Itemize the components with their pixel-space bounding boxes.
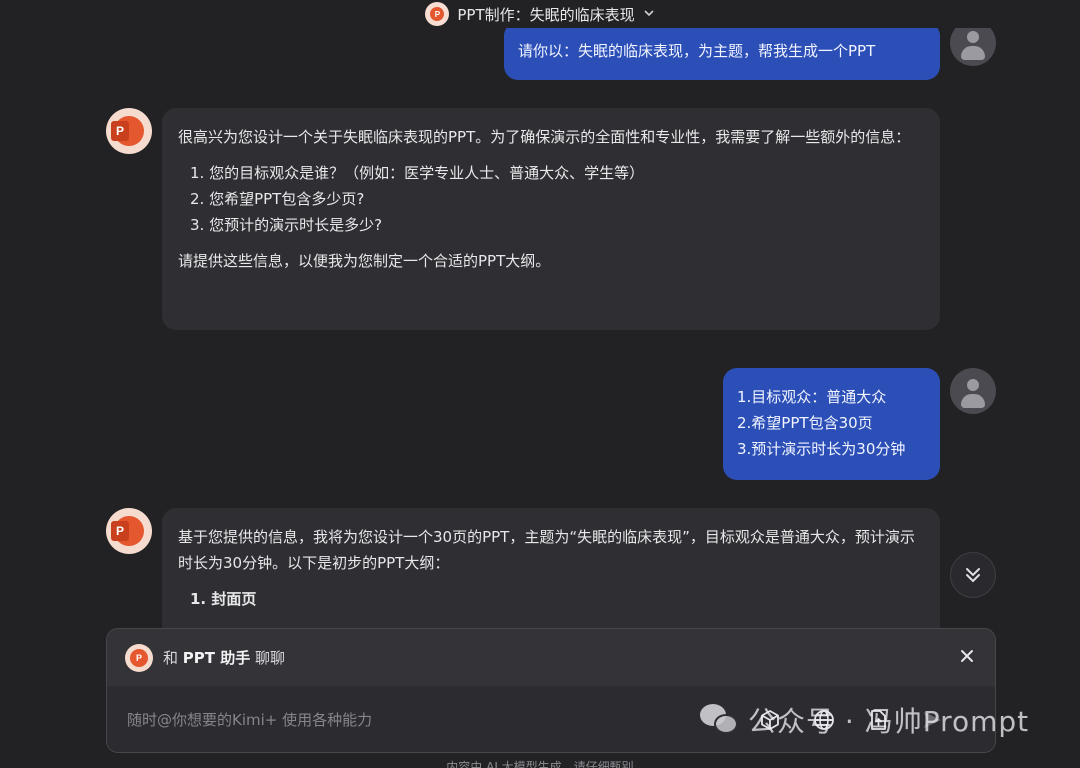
- ppt-assistant-logo-icon: P: [125, 643, 153, 672]
- composer-suffix: 聊聊: [255, 649, 286, 667]
- list-item: 3. 您预计的演示时长是多少?: [190, 216, 383, 234]
- user-message-2-line: 1.目标观众：普通大众: [737, 388, 887, 406]
- message-input[interactable]: [127, 711, 687, 729]
- assistant-message-2-list: 1. 封面页: [190, 586, 924, 612]
- conversation-title: PPT制作：失眠的临床表现: [457, 5, 635, 24]
- list-item: 2. 您希望PPT包含多少页?: [190, 190, 365, 208]
- assistant-message-1: 很高兴为您设计一个关于失眠临床表现的PPT。为了确保演示的全面性和专业性，我需要…: [162, 108, 940, 330]
- composer-assistant-header: P 和 PPT 助手 聊聊: [107, 629, 995, 686]
- assistant-message-1-outro: 请提供这些信息，以便我为您制定一个合适的PPT大纲。: [178, 252, 551, 270]
- wechat-icon: [700, 702, 740, 738]
- ppt-assistant-avatar: P: [106, 508, 152, 554]
- ai-disclaimer: 内容由 AI 大模型生成，请仔细甄别: [446, 760, 634, 768]
- assistant-message-2-intro: 基于您提供的信息，我将为您设计一个30页的PPT，主题为“失眠的临床表现”，目标…: [178, 528, 915, 572]
- list-item: 1. 封面页: [190, 590, 257, 608]
- double-chevron-down-icon: [966, 568, 980, 583]
- user-message-1-text: 请你以：失眠的临床表现，为主题，帮我生成一个PPT: [518, 42, 876, 60]
- composer-prefix: 和: [163, 649, 179, 667]
- scroll-to-bottom-button[interactable]: [950, 552, 996, 598]
- ppt-assistant-logo-icon: P: [425, 2, 450, 26]
- assistant-message-2: 基于您提供的信息，我将为您设计一个30页的PPT，主题为“失眠的临床表现”，目标…: [162, 508, 940, 648]
- wechat-watermark: 公众号 · 冯帅Prompt: [700, 700, 1029, 740]
- list-item: 1. 您的目标观众是谁？（例如：医学专业人士、普通大众、学生等）: [190, 164, 645, 182]
- user-message-2: 1.目标观众：普通大众 2.希望PPT包含30页 3.预计演示时长为30分钟: [723, 368, 940, 480]
- close-icon: [961, 650, 973, 662]
- assistant-message-1-list: 1. 您的目标观众是谁？（例如：医学专业人士、普通大众、学生等） 2. 您希望P…: [190, 160, 924, 238]
- user-message-2-line: 3.预计演示时长为30分钟: [737, 440, 906, 458]
- assistant-message-1-intro: 很高兴为您设计一个关于失眠临床表现的PPT。为了确保演示的全面性和专业性，我需要…: [178, 128, 911, 146]
- chevron-down-icon[interactable]: [643, 7, 655, 22]
- watermark-text: 公众号 · 冯帅Prompt: [748, 705, 1030, 738]
- user-message-1: 请你以：失眠的临床表现，为主题，帮我生成一个PPT: [504, 22, 940, 80]
- conversation-title-bar[interactable]: P PPT制作：失眠的临床表现: [0, 0, 1080, 28]
- user-message-2-line: 2.希望PPT包含30页: [737, 414, 873, 432]
- ppt-assistant-avatar: P: [106, 108, 152, 154]
- close-assistant-button[interactable]: [959, 645, 975, 670]
- user-avatar: [950, 368, 996, 414]
- composer-assistant-name: PPT 助手: [182, 649, 251, 667]
